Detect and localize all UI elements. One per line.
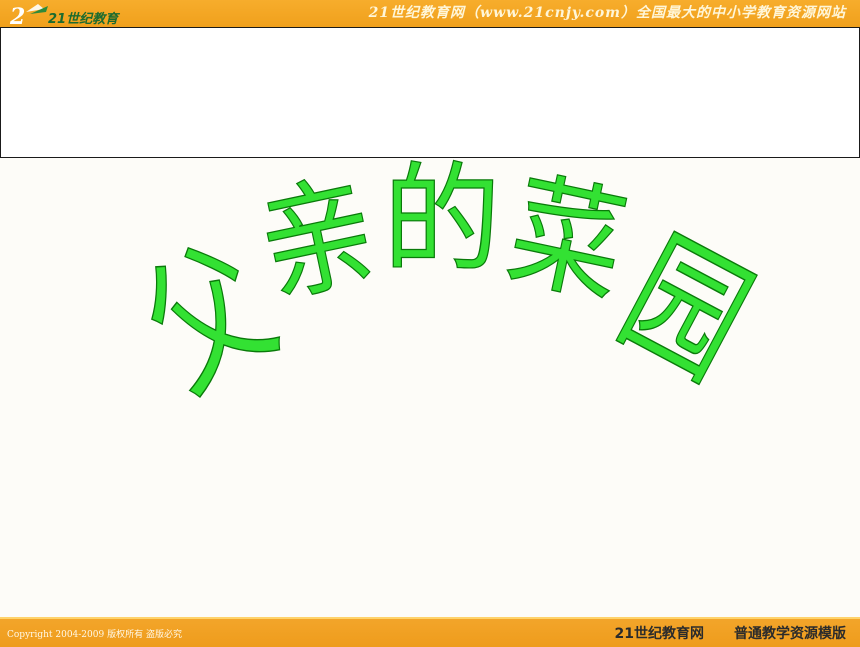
footer-template-name: 普通教学资源模版	[734, 626, 846, 642]
footer-bar: Copyright 2004-2009 版权所有 盗版必究 21世纪教育网 普通教…	[0, 617, 860, 647]
footer-site-name: 21世纪教育网	[614, 626, 704, 642]
title-char-4: 菜	[497, 157, 637, 322]
arc-title: 父 亲 的 菜 园	[116, 150, 774, 422]
title-char-3: 的	[383, 151, 501, 289]
footer-brand: 21世纪教育网 普通教学资源模版	[615, 623, 846, 643]
title-char-2: 亲	[248, 157, 388, 322]
copyright-text: Copyright 2004-2009 版权所有 盗版必究	[7, 630, 182, 640]
